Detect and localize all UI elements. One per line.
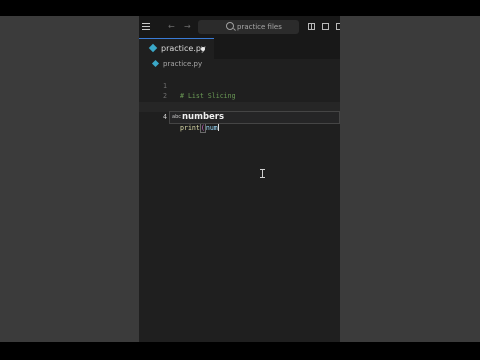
code-area[interactable]: 1 # List Slicing 2 3 numbers = [0,1,2,3,… [139, 70, 340, 133]
line-number: 4 [163, 113, 167, 121]
code-line: 1 # List Slicing [139, 70, 340, 101]
search-placeholder: practice files [237, 23, 282, 31]
code-token: print [180, 123, 200, 132]
search-icon [226, 22, 234, 30]
text-cursor-icon [260, 169, 265, 178]
unsaved-changes-dot-icon[interactable] [201, 47, 205, 51]
command-search-input[interactable]: practice files [198, 20, 299, 34]
python-file-icon [151, 59, 160, 68]
toggle-sidebar-icon[interactable] [308, 23, 315, 30]
video-letterbox-bottom [0, 342, 480, 360]
code-line-text: print(num [180, 122, 219, 134]
title-bar: ← → practice files [139, 16, 340, 38]
layout-icon[interactable] [336, 23, 340, 30]
text-suggestion-icon: abc [172, 114, 181, 120]
toggle-panel-icon[interactable] [322, 23, 329, 30]
arrow-left-icon[interactable]: ← [168, 21, 175, 33]
autocomplete-suggestion[interactable]: abc numbers [169, 111, 340, 124]
code-line: 2 [139, 81, 340, 100]
tab-bar: practice.py [139, 38, 340, 59]
video-pillar-left [0, 16, 139, 342]
code-editor-window: ← → practice files practice.py practice.… [139, 16, 340, 342]
code-token: num [205, 123, 218, 132]
tab-practice-py[interactable]: practice.py [139, 38, 214, 59]
python-file-icon [148, 43, 158, 53]
suggestion-label: numbers [182, 112, 225, 122]
code-line: 3 numbers = [0,1,2,3,4,5] [139, 91, 340, 122]
video-pillar-right [340, 16, 480, 342]
menu-icon[interactable] [142, 23, 150, 30]
tab-label: practice.py [161, 44, 206, 53]
video-letterbox-top [0, 0, 480, 16]
arrow-right-icon[interactable]: → [184, 21, 191, 33]
breadcrumb-file[interactable]: practice.py [163, 59, 202, 69]
breadcrumb: practice.py [139, 59, 340, 70]
